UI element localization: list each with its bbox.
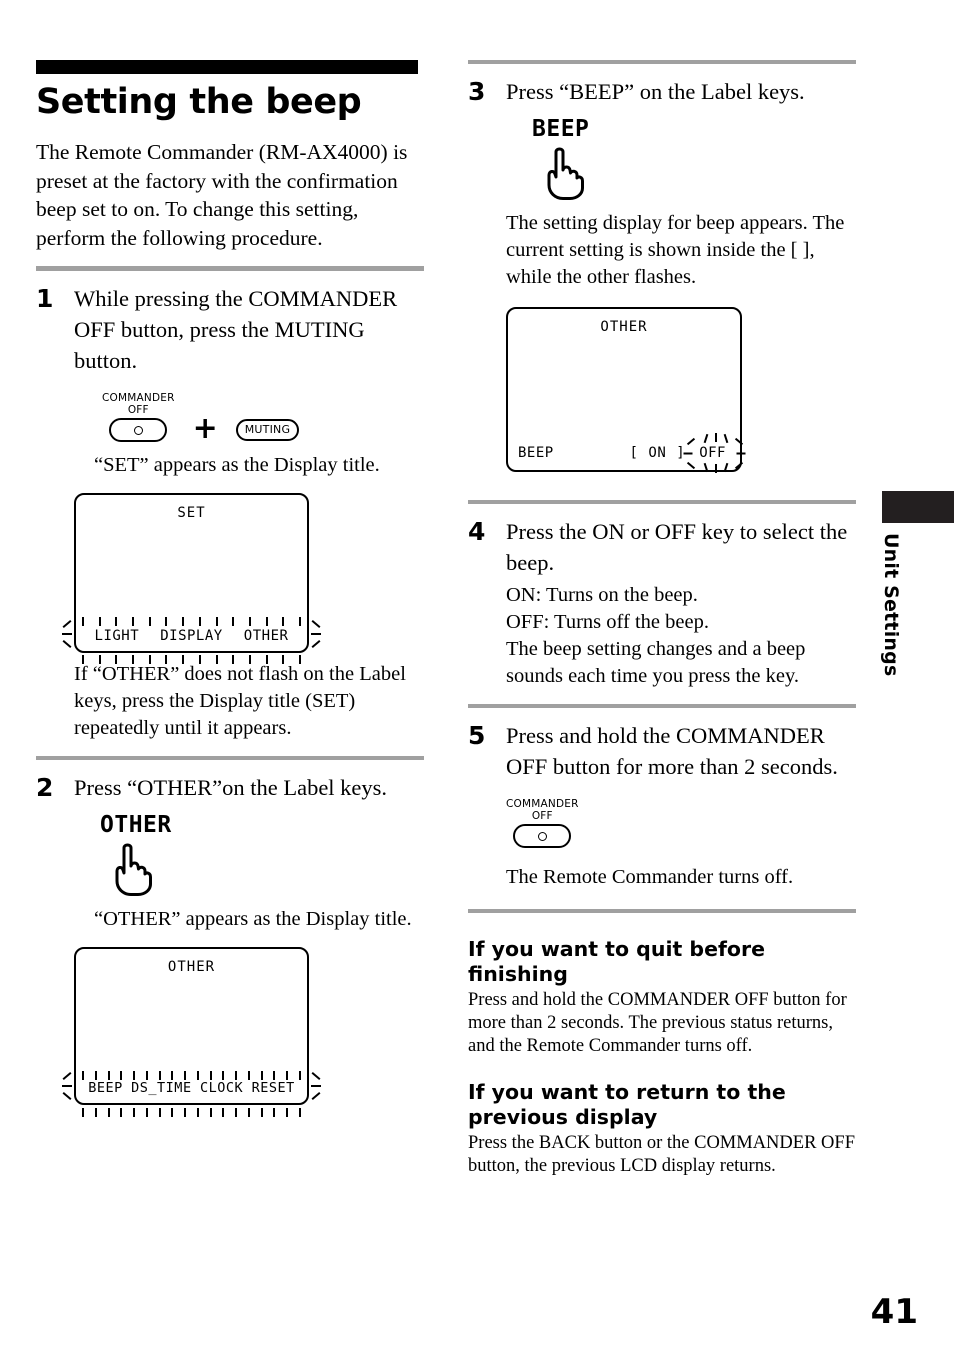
step-3-labelkey-graphic: BEEP bbox=[532, 117, 856, 200]
step-3: 3 Press “BEEP” on the Label keys. BEEP T… bbox=[468, 76, 856, 473]
section-return-body: Press the BACK button or the COMMANDER O… bbox=[468, 1133, 855, 1176]
title-rule bbox=[36, 60, 418, 74]
step-2-instruction: Press “OTHER”on the Label keys. bbox=[74, 775, 388, 800]
page-number: 41 bbox=[870, 1292, 918, 1332]
flash-side-left bbox=[62, 619, 78, 649]
lcd-1-key-2: OTHER bbox=[243, 628, 289, 644]
commander-off-button-graphic: COMMANDER OFF bbox=[102, 392, 175, 442]
flash-side-right-2 bbox=[305, 1071, 321, 1101]
step-1-number: 1 bbox=[36, 284, 54, 313]
step-2-labelkey-graphic: OTHER bbox=[100, 813, 424, 896]
commander-off-key-icon bbox=[109, 418, 168, 442]
step-4-detail-on: ON: Turns on the beep. bbox=[506, 584, 698, 606]
lcd-1-key-1: DISPLAY bbox=[160, 628, 223, 644]
flash-side-left-2 bbox=[62, 1071, 78, 1101]
commander-off-label-line2: OFF bbox=[127, 404, 149, 416]
step-2: 2 Press “OTHER”on the Label keys. OTHER … bbox=[36, 772, 424, 1117]
page-title: Setting the beep bbox=[36, 82, 362, 122]
commander-off-label-line2: OFF bbox=[531, 810, 553, 822]
lcd-3-row-content: BEEP [ ON ] OFF bbox=[508, 433, 746, 473]
step-3-number: 3 bbox=[468, 77, 486, 106]
power-dot-icon bbox=[537, 831, 547, 841]
section-quit-heading: If you want to quit before finishing bbox=[468, 937, 766, 986]
flash-dashes-top bbox=[82, 617, 301, 626]
muting-key-icon: MUTING bbox=[235, 419, 300, 441]
intro-paragraph: The Remote Commander (RM-AX4000) is pres… bbox=[36, 140, 408, 250]
section-divider bbox=[36, 266, 424, 271]
step-1-button-diagram: COMMANDER OFF + MUTING bbox=[102, 392, 424, 446]
right-column: 3 Press “BEEP” on the Label keys. BEEP T… bbox=[468, 60, 856, 1200]
step-3-result: The setting display for beep appears. Th… bbox=[506, 212, 845, 288]
step-3-labelkey-text: BEEP bbox=[532, 116, 590, 142]
flash-dashes-top-2 bbox=[82, 1071, 301, 1080]
commander-off-button-graphic: COMMANDER OFF bbox=[506, 798, 579, 848]
side-tab-label: Unit Settings bbox=[880, 533, 902, 677]
lcd-3-value-group: [ ON ] OFF bbox=[629, 433, 746, 473]
step-5: 5 Press and hold the COMMANDER OFF butto… bbox=[468, 720, 856, 891]
flash-dashes-bottom-2 bbox=[82, 1108, 301, 1117]
side-tab-block bbox=[882, 491, 954, 523]
manual-page: Setting the beep The Remote Commander (R… bbox=[0, 0, 954, 1357]
plus-icon: + bbox=[192, 411, 218, 446]
lcd-3-row-label: BEEP bbox=[518, 445, 554, 461]
section-divider-6 bbox=[468, 909, 856, 913]
section-divider-2 bbox=[36, 756, 424, 760]
commander-off-label-line1: COMMANDER bbox=[102, 392, 175, 404]
flash-dashes-bottom bbox=[82, 655, 301, 664]
lcd-1-title: SET bbox=[177, 505, 206, 521]
lcd-3-flashing-value: OFF bbox=[699, 445, 726, 461]
section-divider-3 bbox=[468, 60, 856, 64]
step-1-result: “SET” appears as the Display title. bbox=[94, 454, 380, 476]
lcd-1-key-0: LIGHT bbox=[94, 628, 140, 644]
step-1-note: If “OTHER” does not flash on the Label k… bbox=[74, 663, 406, 739]
commander-off-label-line1: COMMANDER bbox=[506, 798, 579, 810]
step-4-detail-extra: The beep setting changes and a beep soun… bbox=[506, 638, 806, 687]
step-5-button-diagram: COMMANDER OFF bbox=[506, 798, 856, 848]
lcd-display-2: OTHER BEEP DS_TIME CLOCK RESET bbox=[62, 947, 321, 1117]
step-1-instruction: While pressing the COMMANDER OFF button,… bbox=[74, 286, 398, 373]
pointing-hand-icon bbox=[547, 147, 584, 200]
section-return-heading: If you want to return to the previous di… bbox=[468, 1080, 786, 1129]
step-3-instruction: Press “BEEP” on the Label keys. bbox=[506, 79, 805, 104]
lcd-2-key-1: DS_TIME bbox=[131, 1080, 192, 1096]
lcd-2-key-row: BEEP DS_TIME CLOCK RESET bbox=[76, 1080, 307, 1096]
lcd-1-keys: LIGHT DISPLAY OTHER bbox=[76, 628, 307, 644]
step-5-result: The Remote Commander turns off. bbox=[506, 866, 794, 888]
step-4: 4 Press the ON or OFF key to select the … bbox=[468, 516, 856, 690]
power-dot-icon bbox=[133, 425, 143, 435]
lcd-2-key-0: BEEP bbox=[88, 1080, 123, 1096]
step-5-instruction: Press and hold the COMMANDER OFF button … bbox=[506, 723, 838, 779]
flash-side-right bbox=[305, 619, 321, 649]
lcd-3-flashing-value-wrap: OFF bbox=[683, 433, 746, 473]
section-return-to-previous-display: If you want to return to the previous di… bbox=[468, 1080, 856, 1178]
lcd-3-current-value: ON bbox=[648, 445, 667, 461]
lcd-2-keys: BEEP DS_TIME CLOCK RESET bbox=[76, 1080, 307, 1096]
left-column: Setting the beep The Remote Commander (R… bbox=[36, 60, 424, 1117]
pointing-hand-icon bbox=[115, 843, 152, 896]
step-2-result: “OTHER” appears as the Display title. bbox=[94, 908, 412, 930]
lcd-3-title: OTHER bbox=[600, 319, 648, 335]
lcd-2-key-3: RESET bbox=[251, 1080, 295, 1096]
section-quit-before-finishing: If you want to quit before finishing Pre… bbox=[468, 937, 856, 1058]
lcd-display-1: SET LIGHT DISPLAY OTHER bbox=[62, 493, 321, 664]
step-5-number: 5 bbox=[468, 721, 486, 750]
commander-off-key-icon bbox=[513, 824, 572, 848]
section-quit-body: Press and hold the COMMANDER OFF button … bbox=[468, 990, 847, 1056]
section-divider-5 bbox=[468, 704, 856, 708]
lcd-1-key-row: LIGHT DISPLAY OTHER bbox=[76, 628, 307, 644]
section-divider-4 bbox=[468, 500, 856, 504]
step-2-number: 2 bbox=[36, 773, 54, 802]
lcd-3-bracket-open: [ bbox=[629, 445, 639, 461]
step-2-labelkey-text: OTHER bbox=[100, 812, 172, 838]
step-4-instruction: Press the ON or OFF key to select the be… bbox=[506, 519, 848, 575]
lcd-2-key-2: CLOCK bbox=[200, 1080, 244, 1096]
lcd-display-3: OTHER BEEP [ ON ] OFF bbox=[506, 307, 746, 473]
lcd-2-title: OTHER bbox=[167, 959, 216, 975]
step-4-number: 4 bbox=[468, 517, 486, 546]
step-1: 1 While pressing the COMMANDER OFF butto… bbox=[36, 283, 424, 742]
lcd-3-beep-row: BEEP [ ON ] OFF bbox=[508, 433, 746, 473]
step-4-detail-off: OFF: Turns off the beep. bbox=[506, 611, 709, 633]
